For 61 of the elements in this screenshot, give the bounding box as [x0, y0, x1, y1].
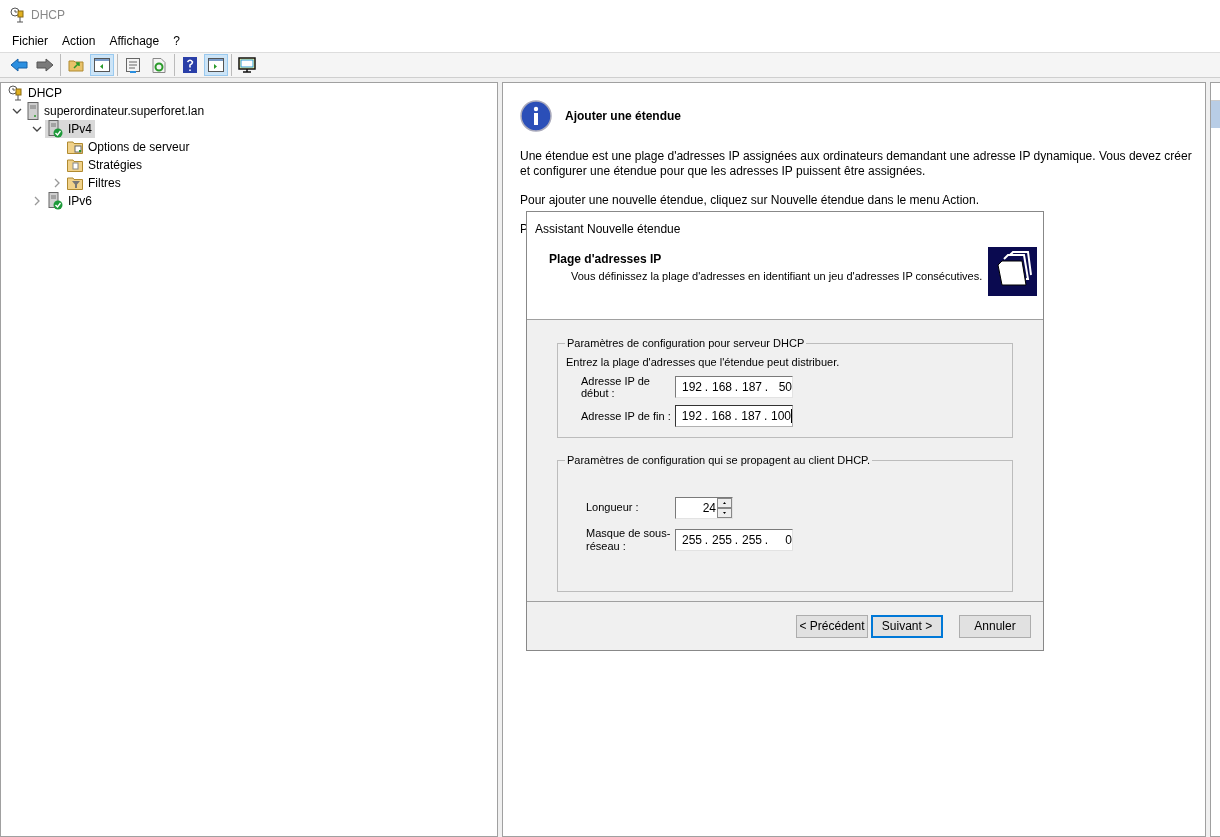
group-legend: Paramètres de configuration qui se propagent au client DHCP.	[565, 452, 873, 469]
tree-item[interactable]: IPv4	[45, 120, 95, 138]
tree-item[interactable]: superordinateur.superforet.lan	[25, 102, 208, 120]
info-icon	[520, 100, 552, 132]
collapsed-chevron-icon[interactable]	[54, 178, 60, 188]
tree-item[interactable]: Options de serveur	[65, 138, 193, 156]
pane-tree-icon	[94, 58, 110, 72]
wizard-button[interactable]: < Précédent	[796, 614, 868, 638]
tree-item[interactable]: Stratégies	[65, 156, 146, 174]
folder-policy-icon	[67, 158, 83, 172]
tree-item[interactable]: IPv6	[45, 192, 95, 210]
folders-icon	[988, 247, 1037, 296]
group-intro: Entrez la plage d'adresses que l'étendue peut distribuer.	[566, 354, 841, 370]
toolbar-button[interactable]	[90, 54, 114, 76]
toolbar-button[interactable]	[204, 54, 228, 76]
dialog-title: Assistant Nouvelle étendue	[535, 221, 682, 238]
menu-item[interactable]: ?	[166, 32, 187, 50]
refresh-icon	[152, 57, 166, 73]
wizard-button[interactable]: Annuler	[959, 614, 1031, 638]
expanded-chevron-icon[interactable]	[32, 126, 42, 132]
info-paragraph: Pour ajouter une nouvelle étendue, cliquez sur Nouvelle étendue dans le menu Action.	[520, 193, 979, 208]
spin-up-icon[interactable]	[717, 497, 732, 508]
expanded-chevron-icon[interactable]	[12, 108, 22, 114]
group-legend: Paramètres de configuration pour serveur DHCP	[565, 335, 807, 352]
folder-options-icon	[67, 140, 83, 154]
properties-icon	[126, 57, 140, 73]
dhcp-trophy-icon	[7, 85, 23, 101]
tree-item[interactable]: DHCP	[5, 84, 65, 102]
tree-item[interactable]: Filtres	[65, 174, 124, 192]
subnet-mask-field[interactable]: 255 . 255 . 255 . 0	[675, 528, 793, 551]
field-label: Longueur :	[586, 500, 640, 516]
page-heading: Plage d'adresses IP	[549, 251, 663, 268]
field-label: Masque de sous-réseau :	[586, 526, 672, 553]
menu-item[interactable]: Affichage	[102, 32, 167, 50]
wizard-button[interactable]: Suivant >	[871, 614, 943, 638]
info-paragraph: Une étendue est une plage d'adresses IP assignées aux ordinateurs demandant une adresse IP dynamique. Vous devez créer et configurer une étendue pour que les adresses IP puissent être assignées.	[520, 149, 1193, 179]
server-icon	[27, 102, 39, 120]
menu-item[interactable]: Action	[55, 32, 103, 50]
help-icon	[183, 57, 197, 73]
window-title: DHCP	[31, 7, 65, 24]
folder-filter-icon	[67, 176, 83, 190]
back-arrow-icon	[10, 58, 28, 72]
spin-down-icon[interactable]	[717, 507, 732, 518]
toolbar-button[interactable]	[235, 54, 259, 76]
collapsed-chevron-icon[interactable]	[34, 196, 40, 206]
results-heading: Ajouter une étendue	[565, 108, 681, 125]
field-label: Adresse IP de fin :	[581, 410, 672, 422]
dhcp-trophy-icon	[9, 7, 25, 23]
menu-item[interactable]: Fichier	[5, 32, 55, 50]
page-subtitle: Vous définissez la plage d'adresses en identifiant un jeu d'adresses IP consécutives.	[570, 269, 984, 284]
text-cursor	[791, 409, 792, 423]
length-spinner[interactable]: 24	[675, 496, 733, 519]
ip-address-field[interactable]: 192 . 168 . 187 . 100	[675, 405, 793, 427]
field-label: Adresse IP de début :	[581, 375, 651, 399]
monitor-icon	[238, 57, 256, 73]
forward-arrow-icon	[36, 58, 54, 72]
server-check-icon	[47, 192, 63, 210]
folder-up-icon	[68, 58, 84, 72]
server-check-icon	[47, 120, 63, 138]
ip-address-field[interactable]: 192 . 168 . 187 . 50	[675, 376, 793, 398]
pane-actions-icon	[208, 58, 224, 72]
